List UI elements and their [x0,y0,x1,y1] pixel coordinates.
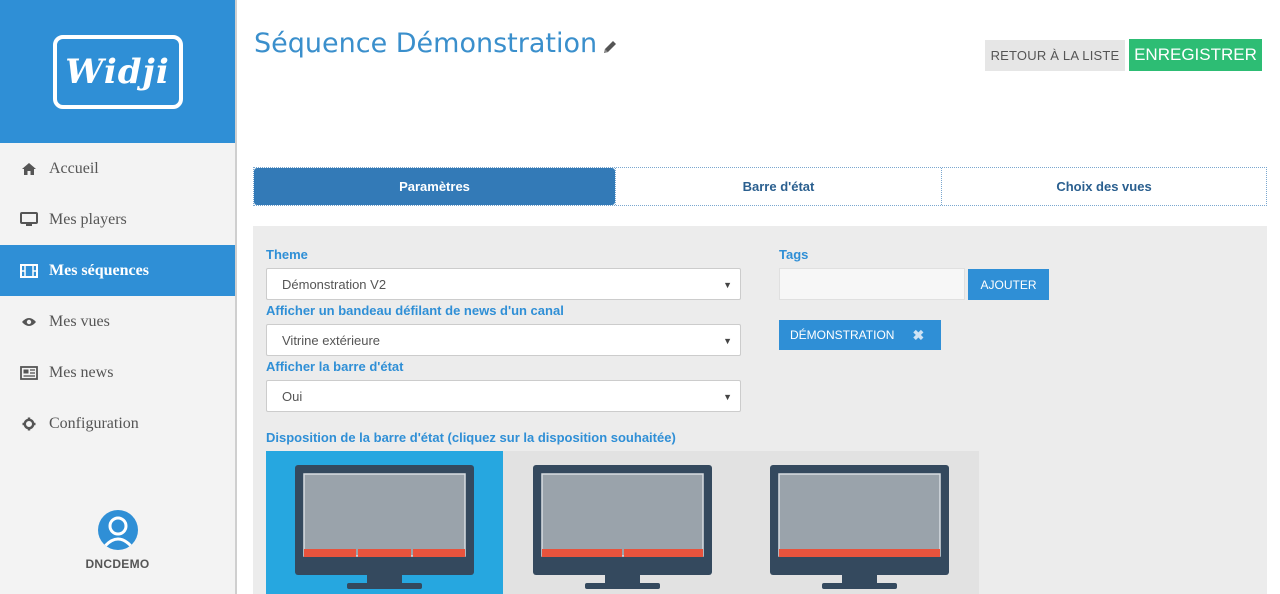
caret-down-icon: ▼ [723,392,732,402]
news-channel-select[interactable]: Vitrine extérieure ▼ [266,324,741,356]
tag-chip: DÉMONSTRATION ✖ [779,320,941,350]
caret-down-icon: ▼ [723,336,732,346]
logo[interactable]: Widji [52,34,183,109]
monitor-layout-icon [533,465,712,589]
settings-panel: Theme Démonstration V2 ▼ Afficher un ban… [253,226,1267,594]
layout-option-two-segments[interactable] [504,451,741,594]
layout-option-three-segments[interactable] [266,451,503,594]
monitor-icon [19,212,39,228]
statusbar-label: Afficher la barre d'état [266,359,404,374]
tab-barre-etat[interactable]: Barre d'état [615,168,941,205]
remove-tag-icon[interactable]: ✖ [912,327,924,344]
sidebar-item-label: Mes vues [49,312,110,330]
save-button[interactable]: ENREGISTRER [1129,39,1262,71]
monitor-layout-icon [295,465,474,589]
page-title: Séquence Démonstration [254,28,598,59]
tab-parametres[interactable]: Paramètres [254,168,615,205]
statusbar-value: Oui [282,388,303,404]
layout-label: Disposition de la barre d'état (cliquez … [266,430,676,445]
sidebar-item-label: Accueil [49,159,99,177]
tab-choix-vues[interactable]: Choix des vues [941,168,1266,205]
tags-label: Tags [779,247,809,262]
main-content: Séquence Démonstration RETOUR À LA LISTE… [237,0,1280,594]
layout-option-one-segment[interactable] [741,451,978,594]
sidebar-item-sequences[interactable]: Mes séquences [0,245,235,296]
user-name: DNCDEMO [85,557,150,571]
sidebar-item-news[interactable]: Mes news [0,347,235,398]
sidebar-item-label: Mes news [49,363,114,381]
monitor-layout-icon [770,465,949,589]
sidebar-item-configuration[interactable]: Configuration [0,398,235,449]
sidebar-item-accueil[interactable]: Accueil [0,143,235,194]
sidebar-item-vues[interactable]: Mes vues [0,296,235,347]
news-value: Vitrine extérieure [282,332,381,348]
sidebar-item-label: Mes players [49,210,127,228]
sidebar-nav: Accueil Mes players Mes séquences Mes vu… [0,143,235,449]
theme-value: Démonstration V2 [282,276,387,292]
add-tag-button[interactable]: AJOUTER [968,269,1049,300]
theme-select[interactable]: Démonstration V2 ▼ [266,268,741,300]
logo-area: Widji [0,0,235,143]
home-icon [19,161,39,177]
theme-label: Theme [266,247,308,262]
sidebar-item-label: Mes séquences [49,261,149,279]
sidebar: Widji Accueil Mes players Mes séquences [0,0,237,594]
caret-down-icon: ▼ [723,280,732,290]
user-avatar-icon [97,510,138,550]
pencil-icon[interactable] [601,38,619,61]
eye-icon [19,314,39,330]
film-icon [19,263,39,279]
newspaper-icon [19,365,39,381]
layout-options [266,451,979,594]
news-label: Afficher un bandeau défilant de news d'u… [266,303,564,318]
tag-label: DÉMONSTRATION [790,328,895,342]
sidebar-item-players[interactable]: Mes players [0,194,235,245]
user-profile[interactable]: DNCDEMO [0,510,235,571]
tag-input[interactable] [779,268,965,300]
tab-bar: Paramètres Barre d'état Choix des vues [253,167,1267,206]
logo-text: Widji [65,51,170,92]
back-to-list-button[interactable]: RETOUR À LA LISTE [985,40,1125,71]
statusbar-select[interactable]: Oui ▼ [266,380,741,412]
sidebar-item-label: Configuration [49,414,139,432]
gear-icon [19,416,39,432]
